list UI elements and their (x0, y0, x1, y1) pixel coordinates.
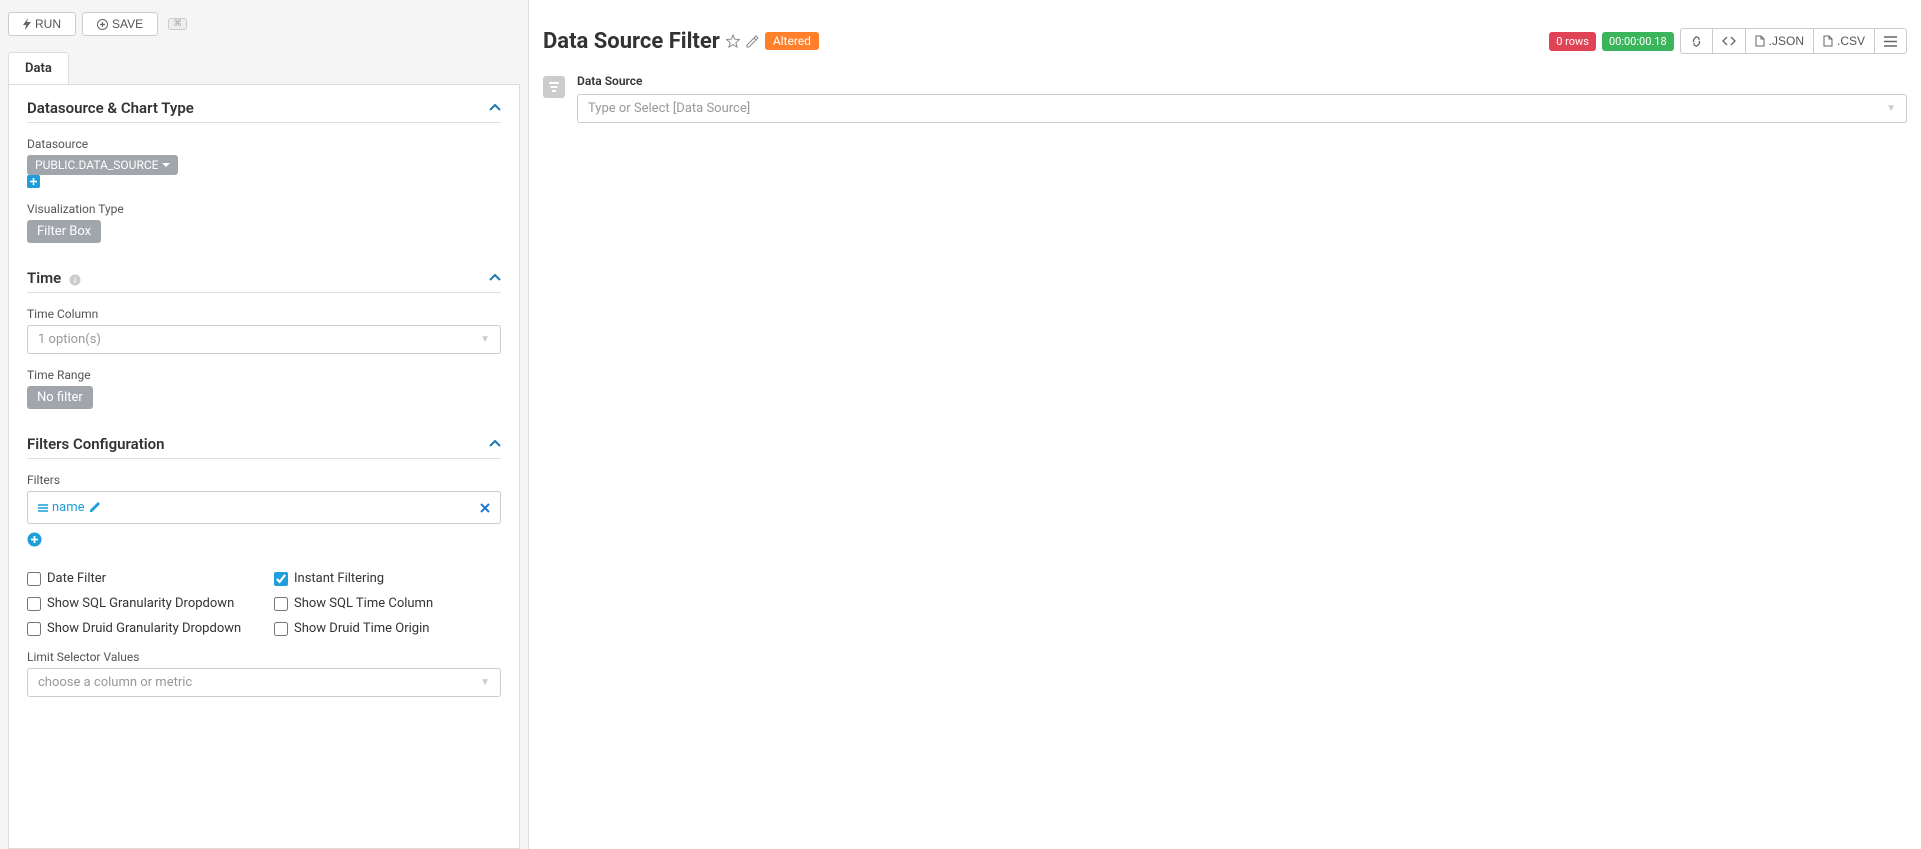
keyboard-hint: ⌘ (168, 18, 187, 30)
datasource-pill[interactable]: PUBLIC.DATA_SOURCE (27, 155, 178, 175)
star-icon[interactable] (726, 34, 740, 48)
menu-button[interactable] (1874, 28, 1907, 54)
viz-type-label: Visualization Type (27, 202, 501, 216)
time-range-label: Time Range (27, 368, 501, 382)
run-label: RUN (35, 17, 61, 31)
embed-button[interactable] (1712, 28, 1746, 54)
chevron-up-icon (489, 274, 501, 282)
add-datasource-icon[interactable] (27, 175, 501, 188)
section-filters-config[interactable]: Filters Configuration (27, 435, 501, 459)
edit-icon (89, 502, 100, 513)
section-title: Datasource & Chart Type (27, 99, 194, 117)
run-button[interactable]: RUN (8, 12, 76, 36)
plus-circle-icon (97, 19, 108, 30)
remove-filter-icon[interactable] (480, 503, 490, 513)
checkbox-sql-granularity[interactable]: Show SQL Granularity Dropdown (27, 596, 254, 611)
filter-box: name (27, 491, 501, 524)
caret-down-icon: ▼ (480, 677, 490, 688)
data-source-label: Data Source (577, 74, 1907, 88)
save-label: SAVE (112, 17, 143, 31)
lightning-icon (23, 18, 31, 30)
tab-data[interactable]: Data (8, 52, 69, 84)
checkbox-date-filter[interactable]: Date Filter (27, 571, 254, 586)
checkbox-instant-filtering[interactable]: Instant Filtering (274, 571, 501, 586)
code-icon (1722, 35, 1736, 47)
file-icon (1755, 35, 1765, 47)
rows-badge: 0 rows (1549, 32, 1596, 51)
filter-block-icon (543, 76, 565, 98)
menu-icon (1884, 36, 1897, 47)
altered-badge: Altered (765, 32, 819, 50)
limit-selector-label: Limit Selector Values (27, 650, 501, 664)
chevron-up-icon (489, 104, 501, 112)
caret-down-icon (162, 163, 170, 168)
info-icon: i (69, 272, 81, 286)
time-badge: 00:00:00.18 (1602, 32, 1674, 51)
checkbox-sql-time-column[interactable]: Show SQL Time Column (274, 596, 501, 611)
chevron-up-icon (489, 440, 501, 448)
page-title: Data Source Filter (543, 29, 720, 54)
section-datasource-chart[interactable]: Datasource & Chart Type (27, 99, 501, 123)
filter-chip-name[interactable]: name (38, 500, 100, 515)
link-icon (1690, 35, 1703, 48)
add-filter-icon[interactable] (27, 532, 42, 547)
limit-selector-dropdown[interactable]: choose a column or metric ▼ (27, 668, 501, 697)
checkbox-druid-granularity[interactable]: Show Druid Granularity Dropdown (27, 621, 254, 636)
section-time[interactable]: Time i (27, 269, 501, 293)
drag-icon (38, 503, 48, 513)
time-range-pill[interactable]: No filter (27, 386, 93, 409)
csv-button[interactable]: .CSV (1813, 28, 1875, 54)
datasource-label: Datasource (27, 137, 501, 151)
viz-type-pill[interactable]: Filter Box (27, 220, 101, 243)
section-title: Time i (27, 269, 81, 287)
time-column-label: Time Column (27, 307, 501, 321)
caret-down-icon: ▼ (1886, 103, 1896, 114)
caret-down-icon: ▼ (480, 334, 490, 345)
link-button[interactable] (1680, 28, 1713, 54)
time-column-select[interactable]: 1 option(s) ▼ (27, 325, 501, 354)
checkbox-druid-time-origin[interactable]: Show Druid Time Origin (274, 621, 501, 636)
filters-label: Filters (27, 473, 501, 487)
save-button[interactable]: SAVE (82, 12, 158, 36)
json-button[interactable]: .JSON (1745, 28, 1814, 54)
edit-title-icon[interactable] (746, 35, 759, 48)
data-source-select[interactable]: Type or Select [Data Source] ▼ (577, 94, 1907, 123)
section-title: Filters Configuration (27, 435, 165, 453)
file-icon (1823, 35, 1833, 47)
